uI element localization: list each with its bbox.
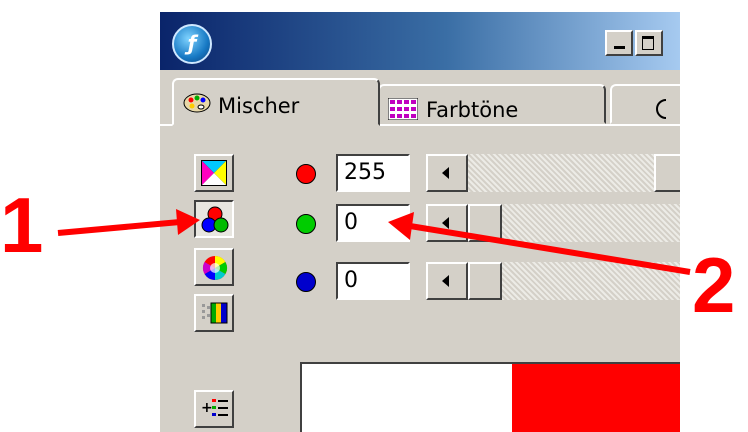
tab-mischer[interactable]: Mischer bbox=[172, 78, 380, 126]
annotation-label-2: 2 bbox=[692, 241, 736, 329]
annotation-label-1: 1 bbox=[0, 181, 44, 269]
annotation-arrow-1 bbox=[57, 209, 200, 236]
tab-label: Mischer bbox=[218, 94, 300, 118]
annotation-arrow-2 bbox=[388, 212, 691, 275]
annotation-arrows bbox=[57, 209, 691, 275]
palette-icon bbox=[183, 93, 211, 113]
